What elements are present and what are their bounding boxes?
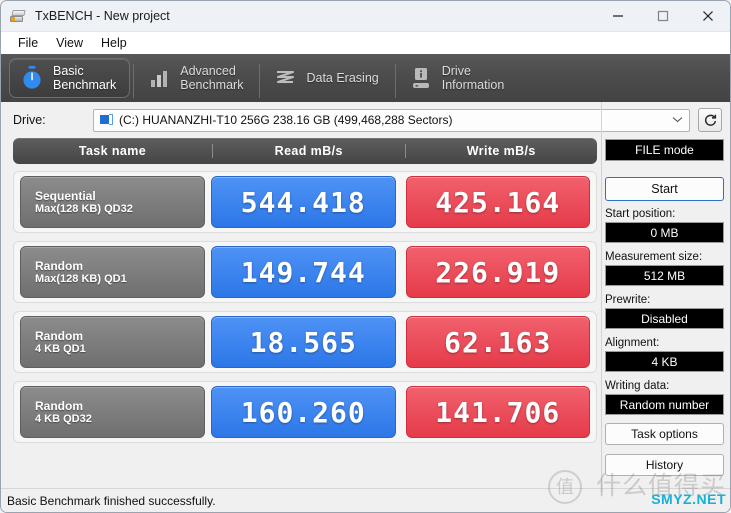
- write-value: 62.163: [405, 316, 590, 368]
- task-name-line1: Random: [35, 329, 83, 343]
- results-rows: Sequential Max(128 KB) QD32 544.418 425.…: [13, 171, 597, 447]
- window-controls: [595, 1, 730, 32]
- file-mode-button[interactable]: FILE mode: [605, 139, 724, 161]
- refresh-icon[interactable]: [698, 108, 722, 132]
- writing-data-value[interactable]: Random number: [605, 394, 724, 415]
- table-row: Random 4 KB QD1 18.565 62.163: [13, 311, 597, 373]
- column-header-read: Read mB/s: [212, 144, 405, 158]
- task-name-line2: Max(128 KB) QD1: [35, 273, 127, 285]
- status-text: Basic Benchmark finished successfully.: [7, 493, 216, 508]
- stopwatch-icon: [20, 65, 44, 91]
- results-table-header: Task name Read mB/s Write mB/s: [13, 138, 597, 164]
- start-button[interactable]: Start: [605, 177, 724, 201]
- tab-basic-benchmark-label: Basic Benchmark: [53, 64, 117, 92]
- app-drive-icon: [10, 8, 26, 24]
- bar-chart-icon: [147, 65, 171, 91]
- write-value: 141.706: [405, 386, 590, 438]
- tab-advanced-benchmark-label: Advanced Benchmark: [180, 64, 244, 92]
- maximize-icon[interactable]: [640, 1, 685, 32]
- shred-icon: [273, 65, 297, 91]
- task-name-line2: Max(128 KB) QD32: [35, 203, 133, 215]
- task-name-line1: Sequential: [35, 189, 96, 203]
- drive-selection-row: Drive: (C:) HUANANZHI-T10 256G 238.16 GB…: [1, 102, 730, 138]
- table-row: Random 4 KB QD32 160.260 141.706: [13, 381, 597, 443]
- minimize-icon[interactable]: [595, 1, 640, 32]
- menu-item-view[interactable]: View: [47, 34, 92, 52]
- alignment-label: Alignment:: [605, 337, 660, 349]
- history-button[interactable]: History: [605, 454, 724, 476]
- status-bar: Basic Benchmark finished successfully.: [1, 488, 730, 512]
- read-value: 18.565: [211, 316, 396, 368]
- menu-bar: File View Help: [1, 32, 730, 54]
- alignment-value[interactable]: 4 KB: [605, 351, 724, 372]
- task-cell[interactable]: Random 4 KB QD1: [20, 316, 205, 368]
- results-panel: Task name Read mB/s Write mB/s Sequentia…: [13, 138, 597, 488]
- task-options-button[interactable]: Task options: [605, 423, 724, 445]
- task-cell[interactable]: Random 4 KB QD32: [20, 386, 205, 438]
- column-header-task-name: Task name: [78, 144, 147, 158]
- tab-divider: [133, 64, 135, 98]
- main-split: Task name Read mB/s Write mB/s Sequentia…: [1, 102, 730, 492]
- read-value: 544.418: [211, 176, 396, 228]
- table-row: Sequential Max(128 KB) QD32 544.418 425.…: [13, 171, 597, 233]
- tab-data-erasing-label: Data Erasing: [306, 71, 379, 85]
- write-value: 425.164: [405, 176, 590, 228]
- prewrite-label: Prewrite:: [605, 294, 651, 306]
- chevron-down-icon[interactable]: [672, 115, 685, 126]
- start-position-label: Start position:: [605, 208, 676, 220]
- measurement-size-label: Measurement size:: [605, 251, 703, 263]
- drive-selected-value: (C:) HUANANZHI-T10 256G 238.16 GB (499,4…: [119, 113, 453, 127]
- tab-advanced-benchmark[interactable]: Advanced Benchmark: [137, 58, 256, 98]
- menu-item-help[interactable]: Help: [92, 34, 136, 52]
- title-bar: TxBENCH - New project: [1, 1, 730, 32]
- tab-drive-information-label: Drive Information: [441, 64, 505, 92]
- menu-item-file[interactable]: File: [9, 34, 47, 52]
- txbench-window: TxBENCH - New project File View Help Bas…: [0, 0, 731, 513]
- write-value: 226.919: [405, 246, 590, 298]
- tab-divider: [394, 64, 396, 98]
- writing-data-label: Writing data:: [605, 380, 670, 392]
- task-cell[interactable]: Random Max(128 KB) QD1: [20, 246, 205, 298]
- close-icon[interactable]: [685, 1, 730, 32]
- prewrite-value[interactable]: Disabled: [605, 308, 724, 329]
- tab-divider: [259, 64, 261, 98]
- tab-strip: Basic Benchmark Advanced Benchmark Data …: [1, 54, 730, 102]
- task-cell[interactable]: Sequential Max(128 KB) QD32: [20, 176, 205, 228]
- options-sidebar: FILE mode Start Start position: 0 MB Mea…: [601, 102, 724, 492]
- start-position-value[interactable]: 0 MB: [605, 222, 724, 243]
- drive-label: Drive:: [13, 113, 46, 127]
- task-name-line2: 4 KB QD32: [35, 413, 92, 425]
- table-row: Random Max(128 KB) QD1 149.744 226.919: [13, 241, 597, 303]
- read-value: 160.260: [211, 386, 396, 438]
- window-title: TxBENCH - New project: [35, 9, 170, 23]
- measurement-size-value[interactable]: 512 MB: [605, 265, 724, 286]
- tab-basic-benchmark[interactable]: Basic Benchmark: [9, 58, 131, 98]
- drive-info-icon: [409, 65, 433, 91]
- task-name-line1: Random: [35, 399, 83, 413]
- task-name-line2: 4 KB QD1: [35, 343, 86, 355]
- task-name-line1: Random: [35, 259, 83, 273]
- column-header-write: Write mB/s: [404, 144, 598, 158]
- tab-drive-information[interactable]: Drive Information: [399, 58, 518, 98]
- drive-icon: [100, 114, 113, 126]
- read-value: 149.744: [211, 246, 396, 298]
- tab-data-erasing[interactable]: Data Erasing: [263, 58, 391, 98]
- content-area: Drive: (C:) HUANANZHI-T10 256G 238.16 GB…: [1, 102, 730, 492]
